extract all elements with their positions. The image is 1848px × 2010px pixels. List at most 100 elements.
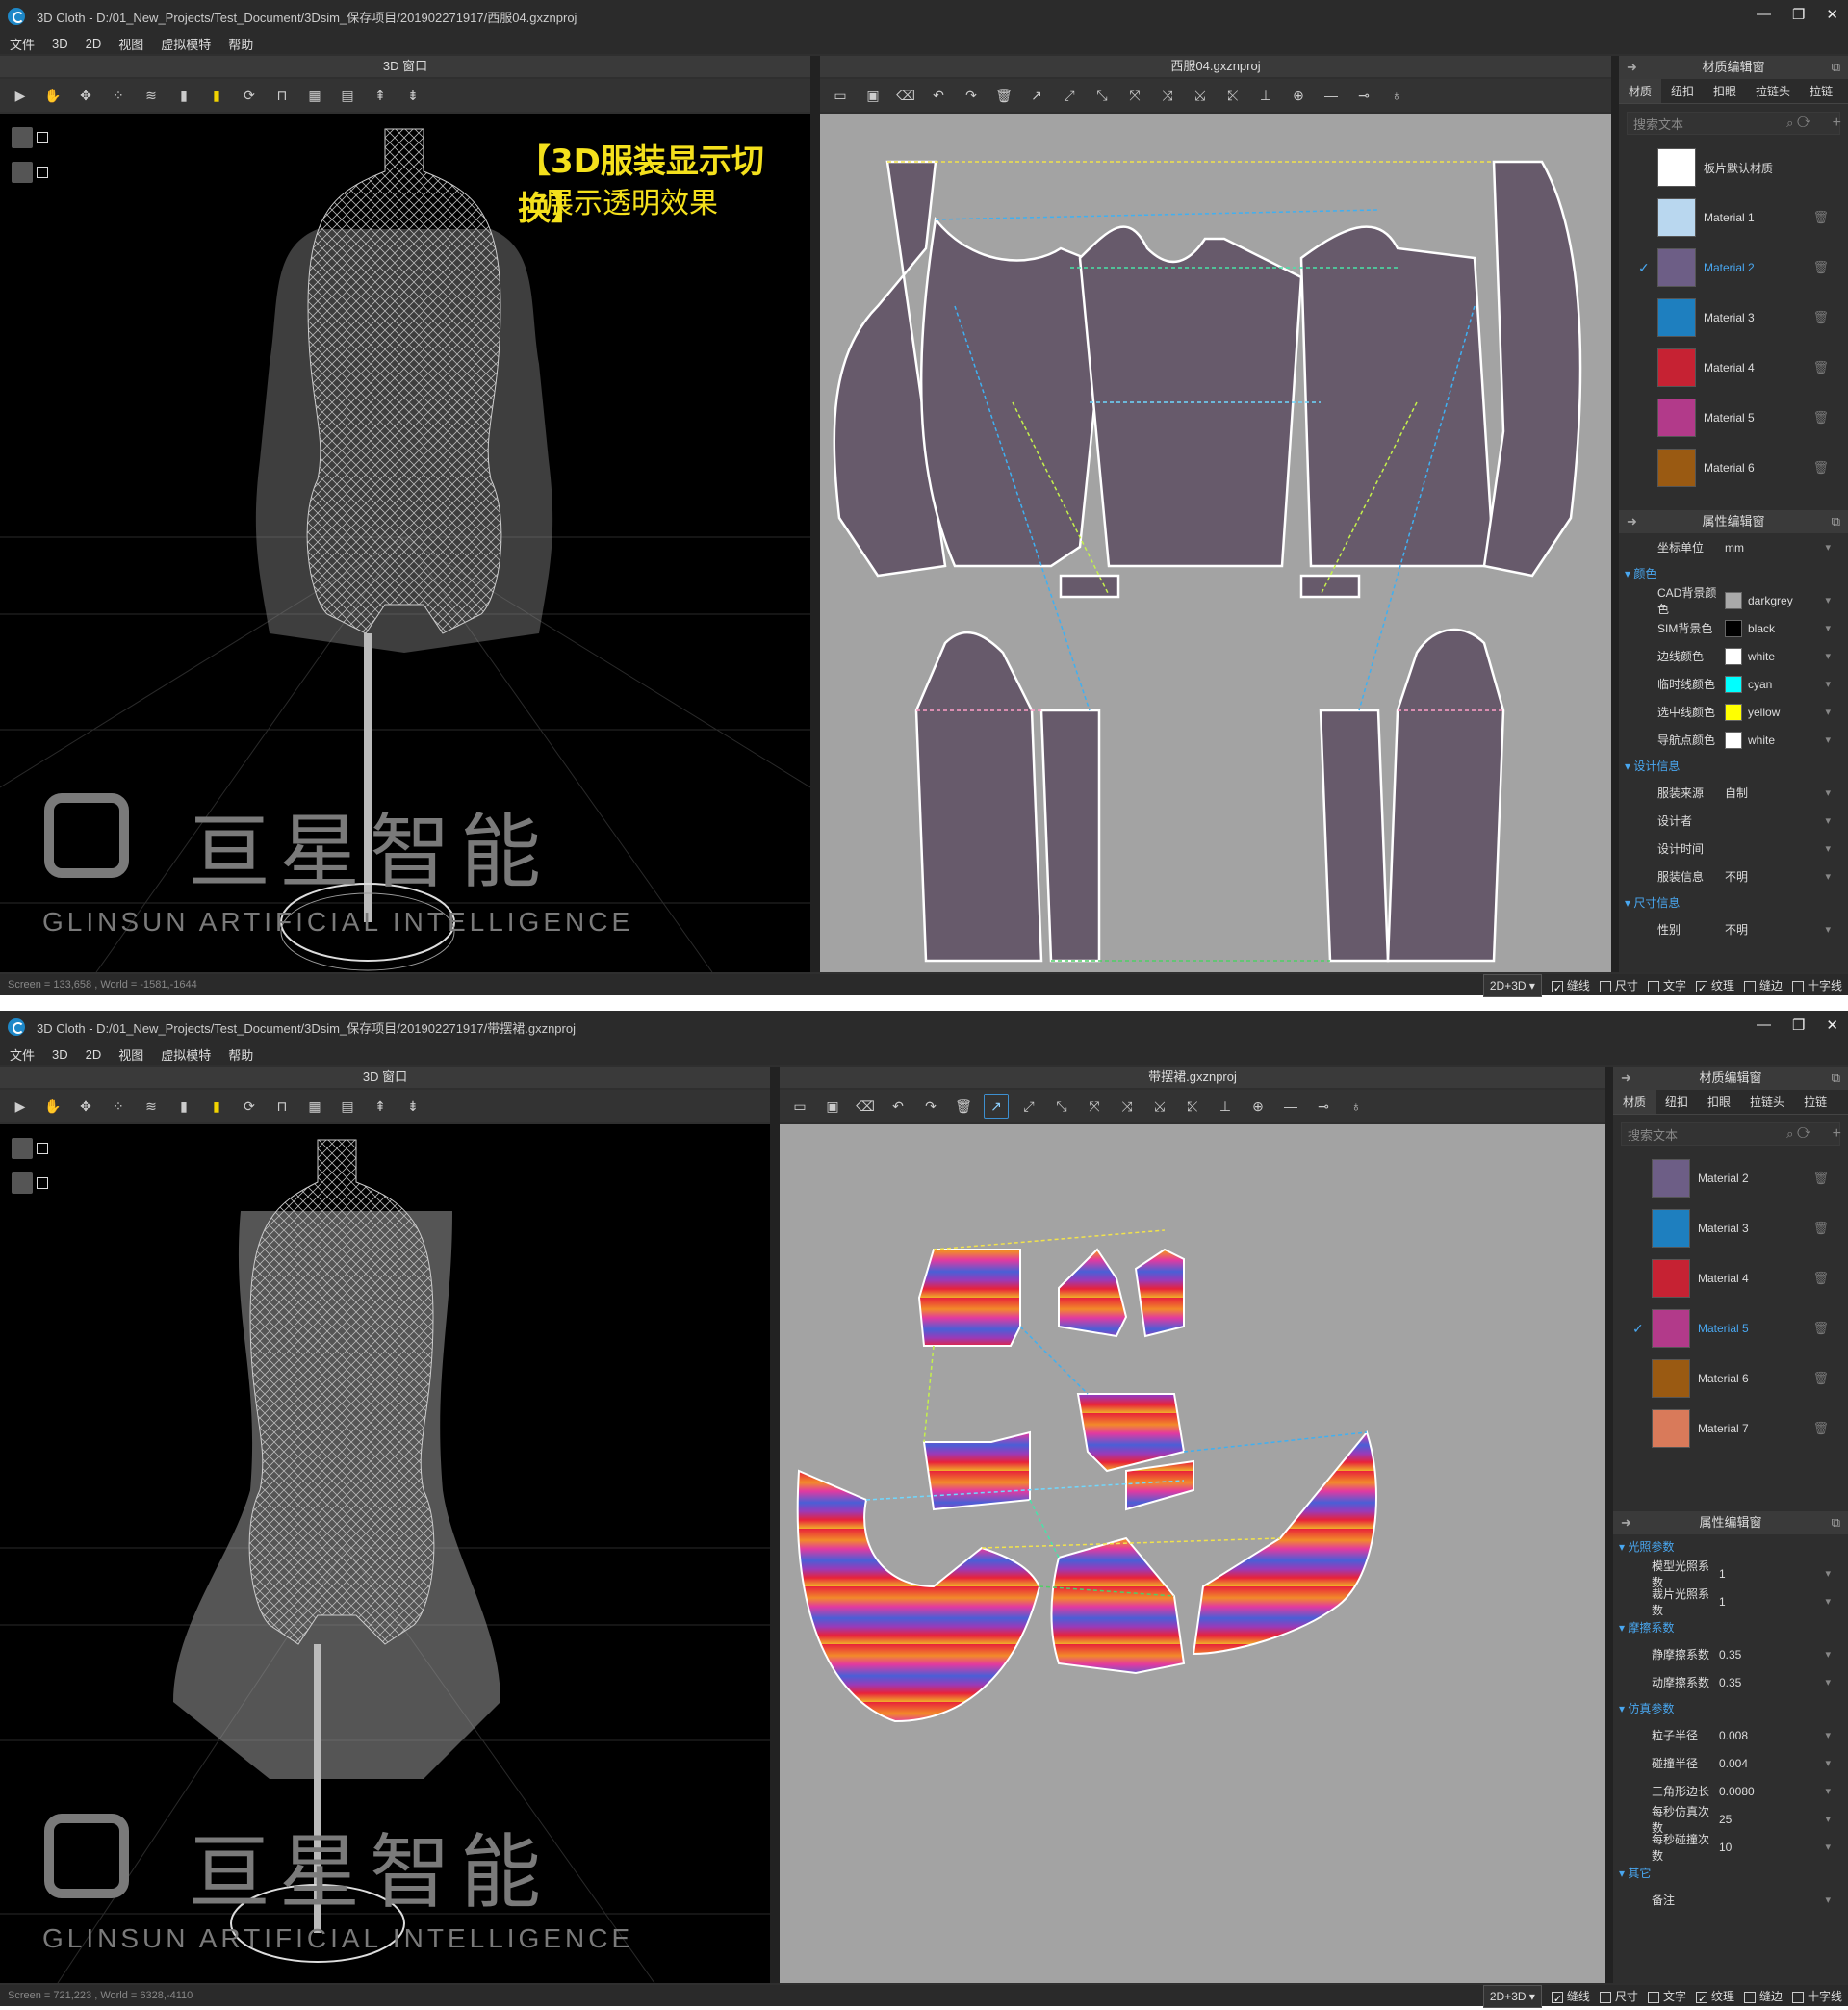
dropdown-icon[interactable]: ▾ bbox=[1825, 622, 1831, 634]
tab-button[interactable]: 纽扣 bbox=[1656, 1090, 1698, 1114]
checkbox[interactable] bbox=[1791, 980, 1804, 992]
play-icon[interactable]: ▶ bbox=[8, 1094, 33, 1119]
search-refresh-icon[interactable]: ⌕ ⟳ bbox=[1786, 1126, 1810, 1142]
menu-avatar[interactable]: 虚拟模特 bbox=[161, 1045, 211, 1064]
select-icon[interactable]: ↗ bbox=[984, 1094, 1009, 1119]
search-input[interactable]: 搜索文本 ⌕ ⟳ + bbox=[1621, 1122, 1841, 1146]
trash-icon[interactable]: 🗑 bbox=[1812, 1271, 1829, 1286]
fold-icon[interactable]: ▤ bbox=[335, 1094, 360, 1119]
tab-zipper-head[interactable]: 拉链头 bbox=[1746, 79, 1800, 103]
save-icon[interactable]: ▣ bbox=[820, 1094, 845, 1119]
toggle-文字[interactable]: 文字 bbox=[1647, 1986, 1686, 2007]
property-row[interactable]: 备注 ▾ bbox=[1613, 1886, 1848, 1914]
save-icon[interactable]: ▣ bbox=[860, 83, 886, 108]
menu-help[interactable]: 帮助 bbox=[228, 1045, 253, 1064]
popout-icon[interactable]: ⧉ bbox=[1832, 56, 1840, 79]
minimize-icon[interactable]: — bbox=[1757, 6, 1771, 23]
center-icon[interactable]: ⊕ bbox=[1286, 83, 1311, 108]
search-input[interactable]: 搜索文本 ⌕ ⟳ + bbox=[1627, 112, 1841, 135]
reset-icon[interactable]: ⊓ bbox=[270, 1094, 295, 1119]
edit-curve-icon[interactable]: ⤡ bbox=[1049, 1094, 1074, 1119]
dropdown-icon[interactable]: ▾ bbox=[1825, 1785, 1831, 1797]
material-item[interactable]: Material 2 🗑 bbox=[1613, 1153, 1848, 1203]
align-icon[interactable]: ⊥ bbox=[1213, 1094, 1238, 1119]
checkbox[interactable] bbox=[1743, 980, 1756, 992]
viewport-2d[interactable] bbox=[820, 114, 1611, 972]
splitter-right[interactable] bbox=[1605, 1067, 1613, 1983]
restore-icon[interactable]: ❐ bbox=[1792, 6, 1805, 23]
edit-point-icon[interactable]: ⤢ bbox=[1016, 1094, 1041, 1119]
menu-2d[interactable]: 2D bbox=[86, 37, 102, 51]
property-row[interactable]: 边线颜色 white ▾ bbox=[1619, 642, 1848, 670]
move-icon[interactable]: ✥ bbox=[73, 1094, 98, 1119]
menu-avatar[interactable]: 虚拟模特 bbox=[161, 35, 211, 53]
trash-icon[interactable]: 🗑 bbox=[1812, 410, 1829, 425]
rotate-icon[interactable]: ⟳ bbox=[237, 83, 262, 108]
splitter[interactable] bbox=[770, 1067, 780, 1983]
menu-view[interactable]: 视图 bbox=[118, 35, 143, 53]
property-row[interactable]: 服装信息 不明 ▾ bbox=[1619, 863, 1848, 890]
hand-icon[interactable]: ✋ bbox=[40, 83, 65, 108]
dropdown-icon[interactable]: ▾ bbox=[1825, 814, 1831, 827]
fold-icon[interactable]: ▤ bbox=[335, 83, 360, 108]
dropdown-icon[interactable]: ▾ bbox=[1825, 1648, 1831, 1661]
line-icon[interactable]: — bbox=[1319, 83, 1344, 108]
dropdown-icon[interactable]: ▾ bbox=[1825, 870, 1831, 883]
rotate-icon[interactable]: ⟳ bbox=[237, 1094, 262, 1119]
search-refresh-icon[interactable]: ⌕ ⟳ bbox=[1786, 116, 1810, 131]
toggle-尺寸[interactable]: 尺寸 bbox=[1599, 1986, 1638, 2007]
trash-icon[interactable]: 🗑 bbox=[1812, 1321, 1829, 1336]
material-item[interactable]: Material 5 🗑 bbox=[1619, 393, 1848, 443]
garment-icon[interactable]: ▮ bbox=[171, 83, 196, 108]
tab-zipper[interactable]: 拉链 bbox=[1794, 1090, 1836, 1114]
trash-icon[interactable]: 🗑 bbox=[1812, 260, 1829, 275]
redo-icon[interactable]: ↷ bbox=[959, 83, 984, 108]
trash-icon[interactable]: 🗑 bbox=[1812, 1421, 1829, 1436]
garment-yellow-icon[interactable]: ▮ bbox=[204, 83, 229, 108]
material-item[interactable]: Material 3 🗑 bbox=[1613, 1203, 1848, 1253]
trash-icon[interactable]: 🗑 bbox=[991, 83, 1016, 108]
tack-icon[interactable]: ⇟ bbox=[400, 83, 425, 108]
garment-icon[interactable]: ▮ bbox=[171, 1094, 196, 1119]
property-row[interactable]: 裁片光照系数 1 ▾ bbox=[1613, 1587, 1848, 1617]
move-icon[interactable]: ✥ bbox=[73, 83, 98, 108]
restore-icon[interactable]: ❐ bbox=[1792, 1017, 1805, 1034]
open-folder-icon[interactable]: ▭ bbox=[828, 83, 853, 108]
toggle-十字线[interactable]: 十字线 bbox=[1791, 1986, 1842, 2007]
property-group-header[interactable]: ▾ 其它 bbox=[1613, 1861, 1848, 1886]
menu-view[interactable]: 视图 bbox=[118, 1045, 143, 1064]
tab-zipper-head[interactable]: 拉链头 bbox=[1740, 1090, 1794, 1114]
property-row[interactable]: 服装来源 自制 ▾ bbox=[1619, 779, 1848, 807]
select-icon[interactable]: ↗ bbox=[1024, 83, 1049, 108]
property-group-header[interactable]: ▾ 尺寸信息 bbox=[1619, 890, 1848, 915]
property-group-header[interactable]: ▾ 光照参数 bbox=[1613, 1534, 1848, 1559]
wind-icon[interactable]: ≋ bbox=[139, 83, 164, 108]
add-material-icon[interactable]: + bbox=[1833, 115, 1841, 132]
dropdown-icon[interactable]: ▾ bbox=[1825, 594, 1831, 606]
menu-3d[interactable]: 3D bbox=[52, 37, 68, 51]
wind-icon[interactable]: ≋ bbox=[139, 1094, 164, 1119]
seam-icon[interactable]: ⤨ bbox=[1115, 1094, 1140, 1119]
dropdown-icon[interactable]: ▾ bbox=[1825, 1729, 1831, 1741]
property-row[interactable]: 动摩擦系数 0.35 ▾ bbox=[1613, 1668, 1848, 1696]
undo-icon[interactable]: ↶ bbox=[886, 1094, 911, 1119]
bulb-icon[interactable]: ♁ bbox=[1344, 1094, 1369, 1119]
close-icon[interactable]: ✕ bbox=[1826, 1017, 1838, 1034]
view-mode-select[interactable]: 2D+3D ▾ bbox=[1482, 1985, 1542, 2008]
toggle-文字[interactable]: 文字 bbox=[1647, 975, 1686, 996]
dock-arrow-icon[interactable]: ➜ bbox=[1627, 510, 1637, 533]
popout-icon[interactable]: ⧉ bbox=[1832, 1511, 1840, 1534]
points-icon[interactable]: ⁘ bbox=[106, 1094, 131, 1119]
menu-3d[interactable]: 3D bbox=[52, 1047, 68, 1062]
tack-icon[interactable]: ⇟ bbox=[400, 1094, 425, 1119]
material-item[interactable]: ✓ Material 5 🗑 bbox=[1613, 1303, 1848, 1353]
property-row[interactable]: 模型光照系数 1 ▾ bbox=[1613, 1559, 1848, 1589]
checkbox[interactable] bbox=[1599, 1991, 1611, 2003]
material-item[interactable]: ✓ Material 2 🗑 bbox=[1619, 243, 1848, 293]
tab-material[interactable]: 材质 bbox=[1613, 1090, 1656, 1114]
property-row[interactable]: 临时线颜色 cyan ▾ bbox=[1619, 670, 1848, 698]
trash-icon[interactable]: 🗑 bbox=[951, 1094, 976, 1119]
checkbox[interactable] bbox=[1743, 1991, 1756, 2003]
dropdown-icon[interactable]: ▾ bbox=[1825, 842, 1831, 855]
points-icon[interactable]: ⁘ bbox=[106, 83, 131, 108]
